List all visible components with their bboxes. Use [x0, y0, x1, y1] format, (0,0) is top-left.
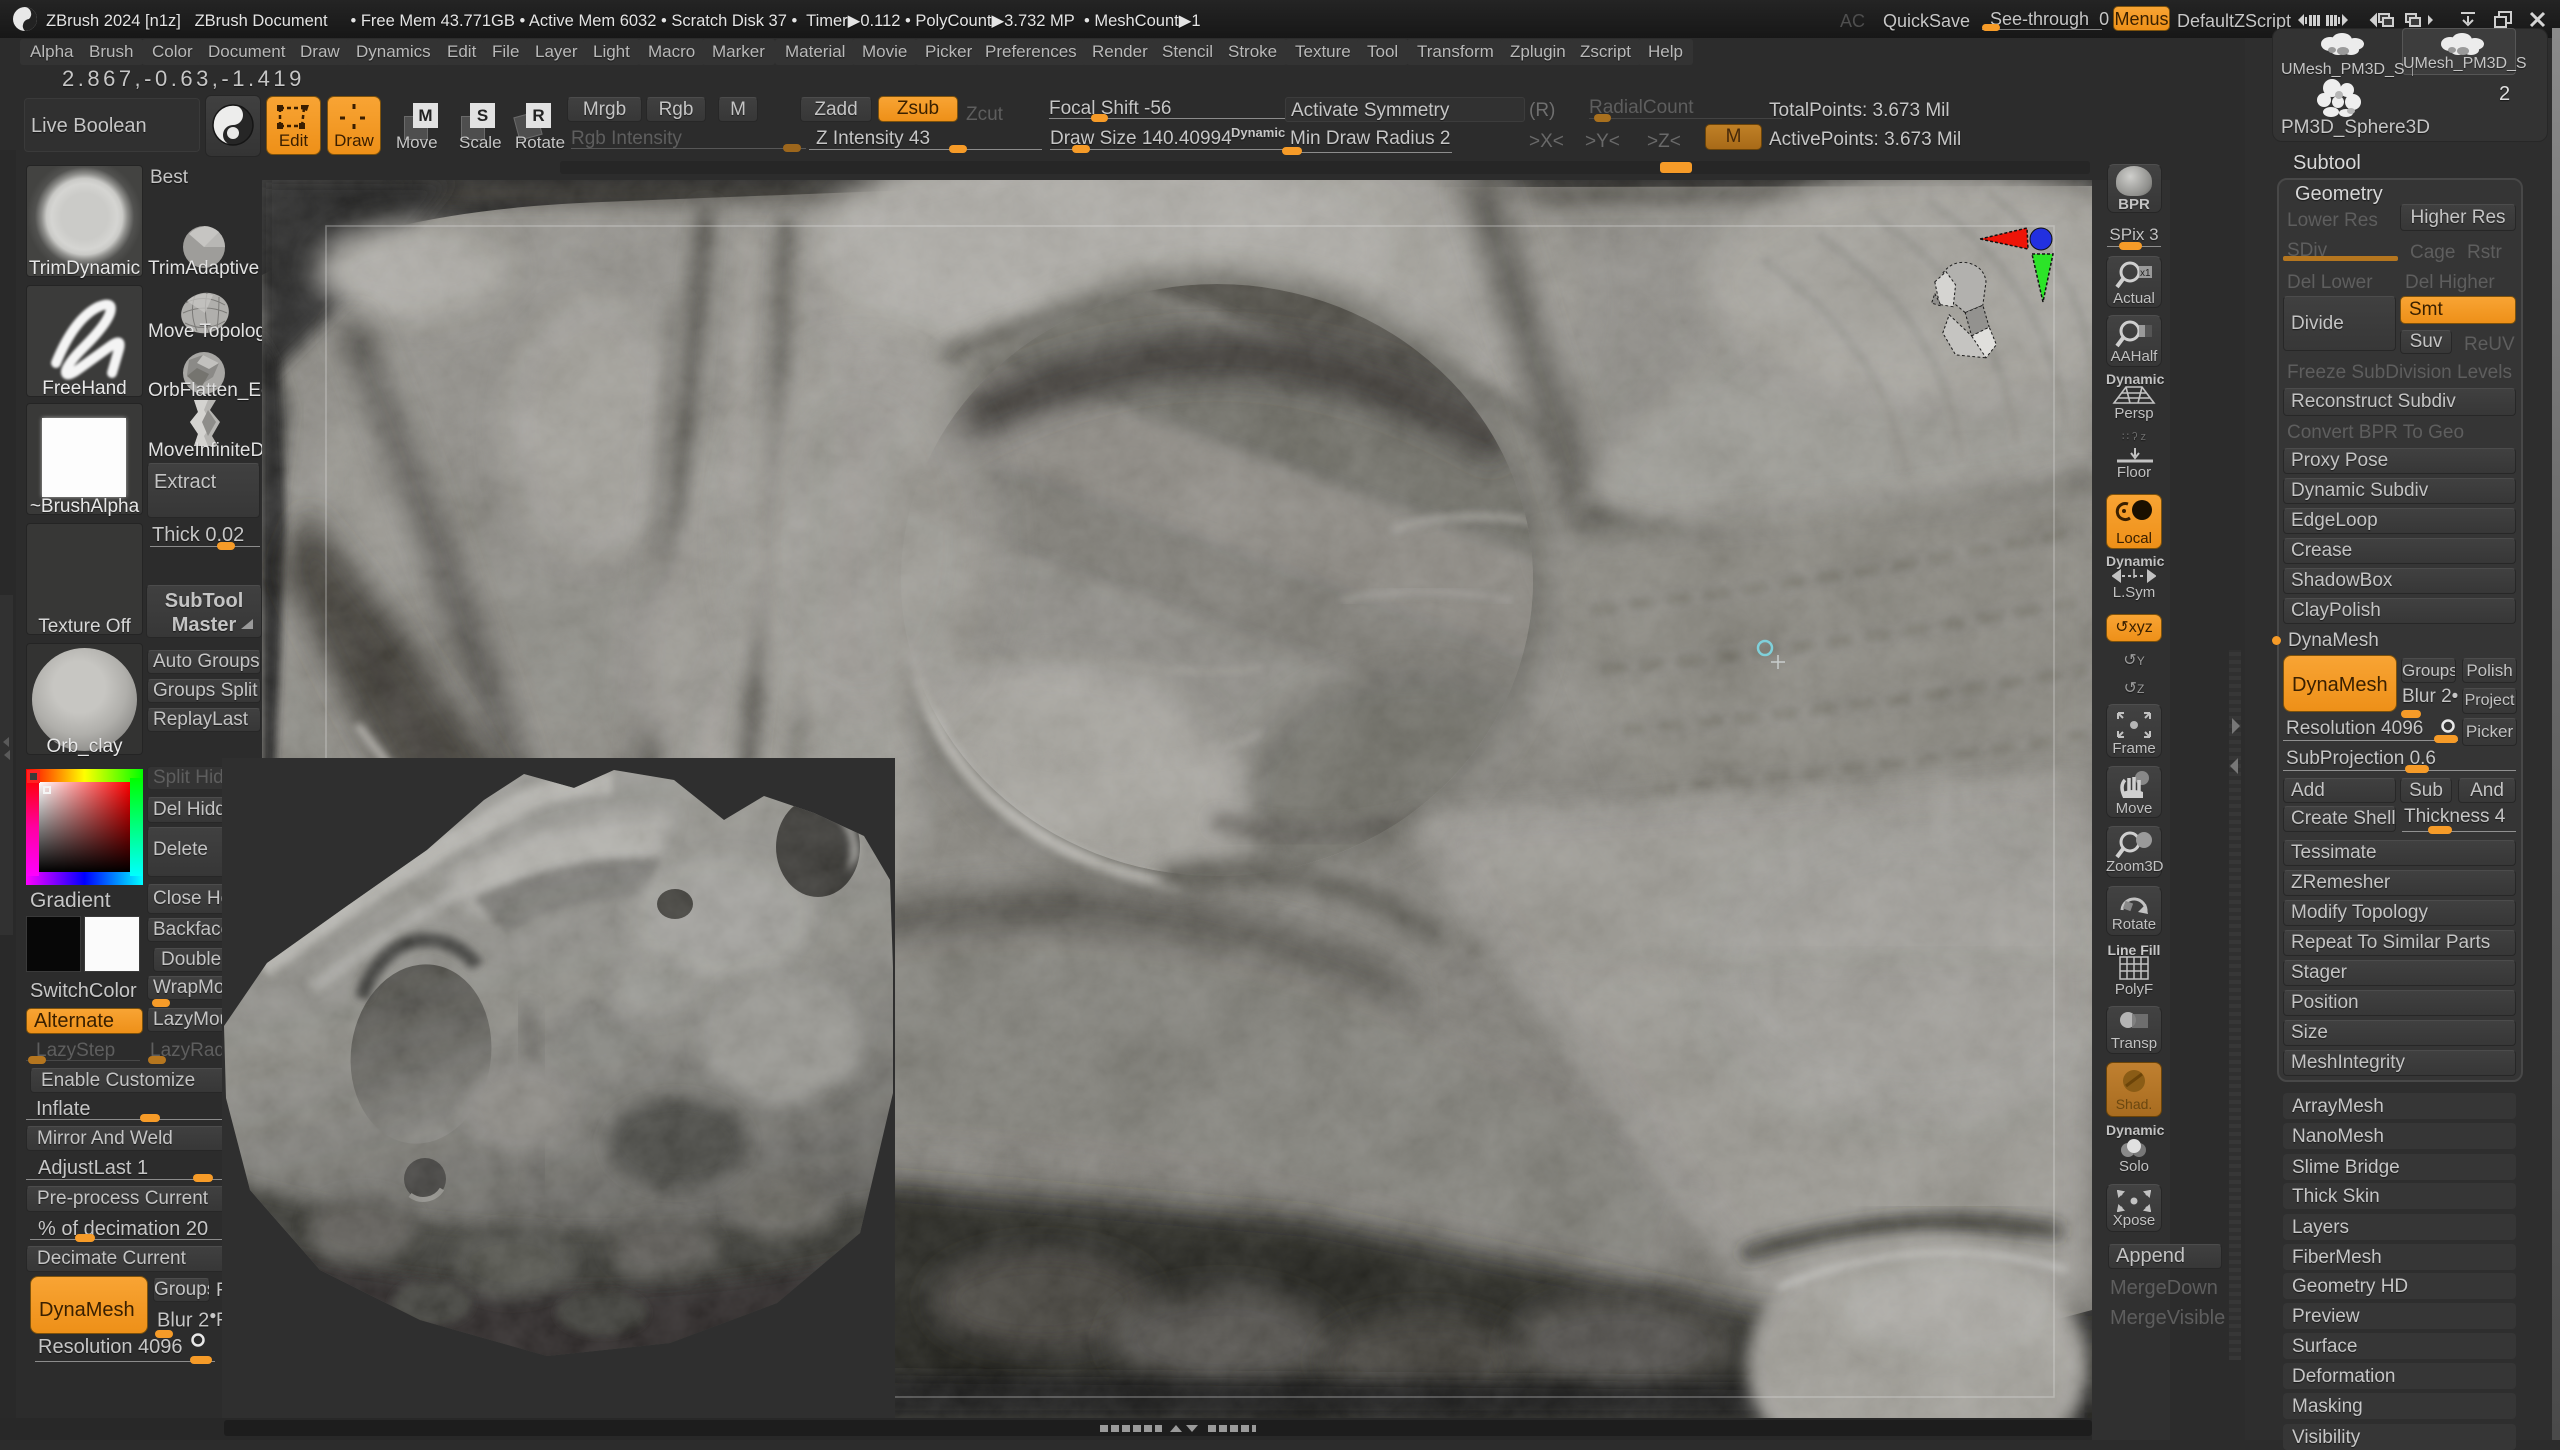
svg-text:x1: x1: [2140, 268, 2151, 279]
